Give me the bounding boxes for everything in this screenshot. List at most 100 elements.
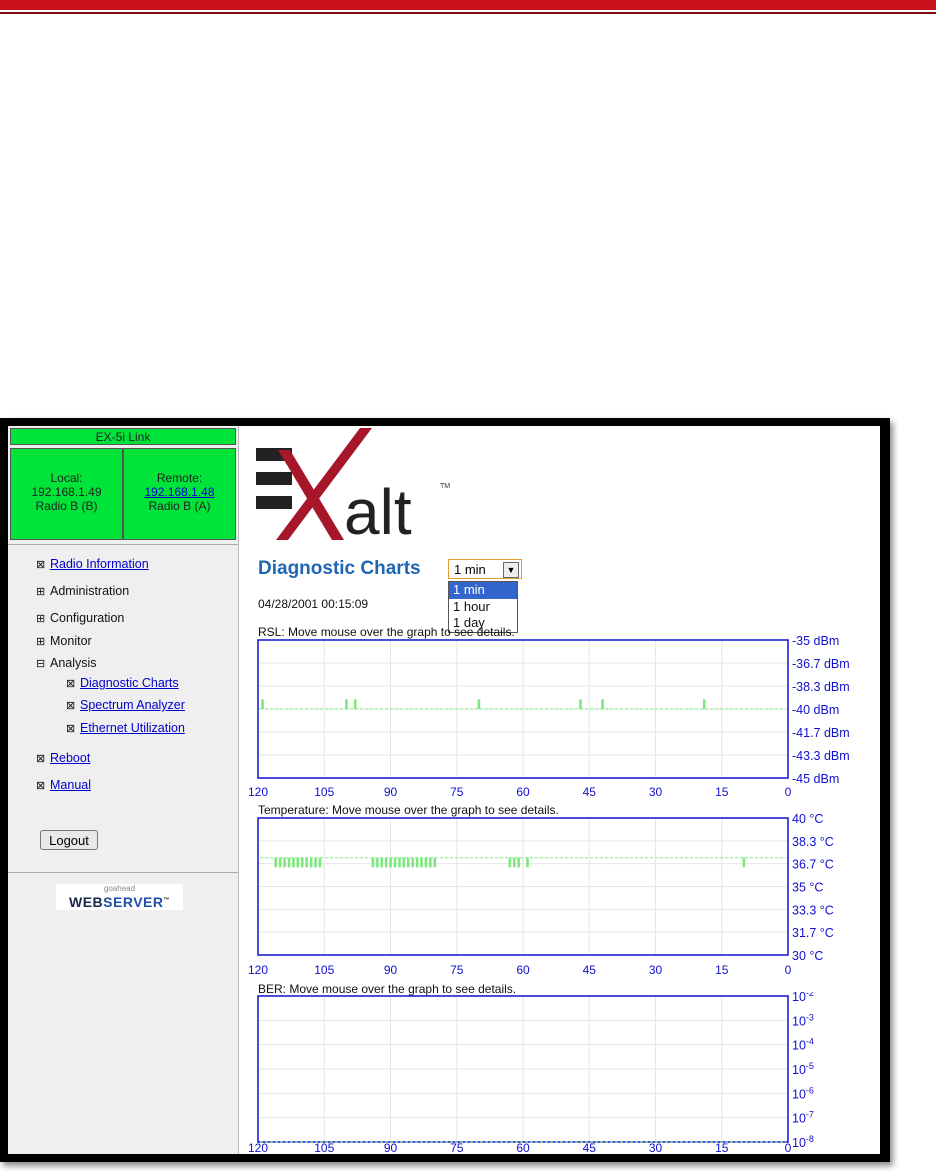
y-tick-label: 36.7 °C [792,858,834,872]
series-spike [579,699,582,709]
logo-tm: TM [440,483,450,490]
series-spike [702,699,706,709]
series-spike [261,699,264,709]
series-spike [433,857,437,868]
x-tick-label: 15 [715,785,729,799]
x-tick-label: 30 [649,963,663,977]
sidebar-item-spectrum-analyzer[interactable]: ⊠ Spectrum Analyzer [66,698,185,712]
expand-icon[interactable]: ⊞ [36,612,47,625]
series-spike [353,699,357,709]
sidebar-item-monitor[interactable]: ⊞ Monitor [36,634,92,648]
sidebar-item-label[interactable]: Analysis [50,656,97,670]
temperature-chart[interactable]: 120 105 90 75 60 45 30 15 0 40 °C 38.3 °C 36.7 °C 35… [248,814,880,978]
logout-button[interactable]: Logout [40,830,98,850]
series-spike [508,857,512,868]
local-radio: Radio B (B) [35,499,98,513]
sidebar-item-reboot[interactable]: ⊠ Reboot [36,751,90,765]
sidebar-item-analysis[interactable]: ⊟ Analysis [36,656,97,670]
local-ip: 192.168.1.49 [31,485,102,499]
document-header-red-bar [0,0,936,10]
sidebar-item-label[interactable]: Reboot [50,751,90,765]
sidebar-item-label[interactable]: Monitor [50,634,92,648]
y-tick-label: -43.3 dBm [792,749,850,763]
x-tick-label: 15 [715,1141,729,1154]
series-spike [300,857,304,868]
period-option-1-min[interactable]: 1 min [449,582,517,599]
chevron-down-icon[interactable]: ▼ [503,562,519,578]
checked-box-icon: ⊠ [66,678,76,690]
y-tick-label: -40 dBm [792,703,839,717]
ber-chart[interactable]: 120 105 90 75 60 45 30 15 0 10-2 10-3 10-4 10-5 10-6 1… [248,992,880,1154]
sidebar-item-manual[interactable]: ⊠ Manual [36,778,91,792]
sidebar-item-label[interactable]: Ethernet Utilization [80,721,185,735]
series-spike [526,857,529,868]
series-spike [380,857,384,868]
local-label: Local: [50,471,83,485]
sidebar-item-label[interactable]: Spectrum Analyzer [80,698,185,712]
series-spike [512,857,516,868]
series-spike [274,857,278,868]
sidebar-item-configuration[interactable]: ⊞ Configuration [36,611,124,625]
x-tick-label: 105 [314,963,334,977]
sidebar-item-administration[interactable]: ⊞ Administration [36,584,129,598]
sidebar-item-label[interactable]: Manual [50,778,91,792]
x-tick-label: 120 [248,785,268,799]
webserver-tm: ™ [163,897,170,903]
series-spike [278,857,282,868]
exalt-logo: alt TM [256,428,450,540]
expand-icon[interactable]: ⊞ [36,635,47,648]
series-spike [292,857,295,868]
sidebar-item-label[interactable]: Configuration [50,611,124,625]
checked-box-icon: ⊠ [36,559,46,571]
logo-text: alt [344,476,412,540]
y-tick-label: 10-6 [792,1085,814,1101]
period-select[interactable]: 1 min ▼ [448,559,522,579]
y-tick-label: 10-4 [792,1037,814,1053]
y-tick-label: 40 °C [792,814,823,826]
y-tick-label: 33.3 °C [792,903,834,917]
series-spike [376,857,379,868]
series-spike [345,699,348,709]
series-spike [305,857,308,868]
collapse-icon[interactable]: ⊟ [36,657,47,670]
sidebar-divider [8,872,238,873]
sidebar-item-ethernet-utilization[interactable]: ⊠ Ethernet Utilization [66,721,185,735]
remote-radio: Radio B (A) [148,499,211,513]
series-spike [601,699,604,709]
x-tick-label: 75 [450,785,464,799]
x-tick-label: 60 [516,963,530,977]
page-title: Diagnostic Charts [258,558,421,579]
checked-box-icon: ⊠ [66,723,76,735]
series-spike [398,857,401,868]
series-spike [384,857,388,868]
sidebar-item-label[interactable]: Administration [50,584,129,598]
x-tick-label: 30 [649,785,663,799]
sidebar-item-label[interactable]: Diagnostic Charts [80,676,179,690]
period-option-1-hour[interactable]: 1 hour [449,599,517,616]
x-tick-label: 60 [516,785,530,799]
x-tick-label: 60 [516,1141,530,1154]
series-spike [318,857,322,868]
x-tick-label: 105 [314,785,334,799]
series-spike [415,857,419,868]
expand-icon[interactable]: ⊞ [36,585,47,598]
series-spike [389,857,392,868]
checked-box-icon: ⊠ [66,700,76,712]
y-tick-label: 30 °C [792,949,823,963]
x-tick-label: 105 [314,1141,334,1154]
series-spike [424,857,428,868]
y-tick-label: 35 °C [792,881,823,895]
rsl-chart[interactable]: 120 105 90 75 60 45 30 15 0 -35 dBm -36.7 dBm -38.3… [248,636,880,800]
link-title: EX-5i Link [10,428,236,445]
series-spike [393,857,397,868]
series-spike [283,857,286,868]
sidebar-item-diagnostic-charts[interactable]: ⊠ Diagnostic Charts [66,676,179,690]
remote-ip-link[interactable]: 192.168.1.48 [144,485,214,499]
sidebar-item-label[interactable]: Radio Information [50,557,149,571]
sidebar-item-radio-information[interactable]: ⊠ Radio Information [36,557,149,571]
series-spike [742,857,746,868]
series-spike [402,857,406,868]
remote-label: Remote: [156,471,203,485]
y-tick-label: 10-2 [792,992,814,1004]
x-tick-label: 120 [248,1141,268,1154]
